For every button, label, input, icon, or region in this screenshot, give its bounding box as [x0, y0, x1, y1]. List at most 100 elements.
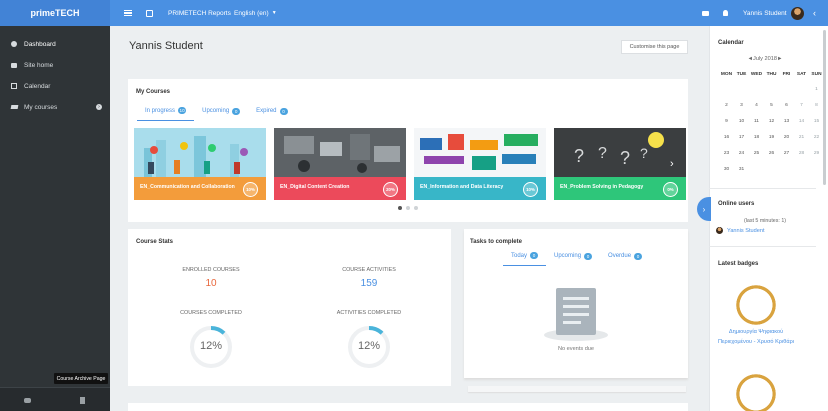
tab-in-progress[interactable]: In progress 10 — [137, 107, 195, 121]
tab-overdue[interactable]: Overdue 0 — [600, 252, 650, 266]
menu-toggle-icon[interactable] — [124, 0, 132, 26]
drawer-toggle-icon[interactable]: › — [697, 197, 711, 221]
calendar-day[interactable]: 13 — [779, 119, 794, 124]
customise-page-button[interactable]: Customise this page — [621, 40, 688, 54]
sidebar-item-dashboard[interactable]: Dashboard — [0, 34, 110, 54]
tab-upcoming[interactable]: Upcoming 0 — [194, 107, 248, 121]
carousel-dot[interactable] — [414, 206, 418, 210]
calendar-day[interactable]: 6 — [779, 103, 794, 108]
online-user-name: Yannis Student — [727, 227, 765, 234]
calendar-day[interactable]: 15 — [809, 119, 824, 124]
page-title: Yannis Student — [129, 40, 203, 52]
calendar-weekday: SUN — [811, 72, 822, 77]
chevron-right-icon[interactable]: › — [670, 158, 674, 170]
calendar-day[interactable]: 9 — [719, 119, 734, 124]
count-badge: 10 — [178, 107, 187, 114]
avatar — [790, 6, 804, 20]
calendar-day[interactable]: 2 — [719, 103, 734, 108]
course-card-problem-solving[interactable]: ? ? ? ? EN_Problem Solving in Pedagogy 0… — [554, 128, 686, 200]
calendar-day[interactable]: 4 — [749, 103, 764, 108]
course-activities-label: COURSE ACTIVITIES — [342, 267, 396, 273]
tab-label: In progress — [145, 107, 176, 114]
calendar-day[interactable]: 31 — [734, 167, 749, 172]
tab-today[interactable]: Today 0 — [503, 252, 547, 266]
calendar-day[interactable]: 27 — [779, 151, 794, 156]
badge-name[interactable]: Δημιουργία Ψηφιακού Περιεχομένου - Χρυσό… — [716, 328, 796, 347]
course-image — [414, 128, 546, 177]
badge-medal-icon[interactable] — [735, 284, 777, 326]
progress-badge: 10% — [523, 182, 538, 197]
language-menu[interactable]: English (en) ▼ — [234, 0, 277, 26]
calendar-day[interactable]: 17 — [734, 135, 749, 140]
calendar-day[interactable]: 8 — [809, 103, 824, 108]
calendar-day[interactable]: 29 — [809, 151, 824, 156]
sidebar-item-label: Site home — [24, 61, 54, 69]
next-month-icon[interactable]: ► — [777, 56, 783, 62]
count-badge: 0 — [530, 252, 539, 259]
enrolled-courses-value: 10 — [205, 278, 217, 289]
calendar-day[interactable]: 11 — [749, 119, 764, 124]
calendar-day[interactable]: 3 — [734, 103, 749, 108]
calendar-title: Calendar — [718, 40, 744, 46]
calendar-day[interactable]: 21 — [794, 135, 809, 140]
user-menu[interactable]: Yannis Student — [743, 0, 804, 26]
carousel-dot[interactable] — [406, 206, 410, 210]
online-users-title: Online users — [718, 201, 755, 207]
calendar-day[interactable]: 5 — [764, 103, 779, 108]
calendar-day[interactable]: 18 — [749, 135, 764, 140]
calendar-day[interactable]: 26 — [764, 151, 779, 156]
online-user-item[interactable]: Yannis Student — [716, 227, 765, 234]
calendar-day[interactable]: 22 — [809, 135, 824, 140]
calendar-day[interactable]: 25 — [749, 151, 764, 156]
progress-badge: 0% — [663, 182, 678, 197]
course-image: ? ? ? ? — [554, 128, 686, 177]
notifications-icon[interactable] — [723, 0, 728, 26]
calendar-weekday: THU — [766, 72, 777, 77]
empty-list-icon — [556, 288, 596, 335]
calendar-day[interactable]: 28 — [794, 151, 809, 156]
brand-logo[interactable]: primeTECH — [0, 0, 110, 26]
calendar-day[interactable]: 10 — [734, 119, 749, 124]
chevron-left-icon[interactable]: ‹ — [813, 0, 816, 26]
count-badge: 0 — [232, 107, 241, 115]
tab-label: Upcoming — [202, 108, 230, 114]
fullscreen-icon[interactable] — [146, 0, 153, 26]
messages-icon[interactable] — [702, 0, 709, 26]
tab-upcoming-tasks[interactable]: Upcoming 0 — [546, 252, 600, 266]
courses-completed-value: 12% — [199, 340, 223, 352]
course-archive-icon[interactable] — [55, 388, 110, 411]
calendar-day[interactable]: 23 — [719, 151, 734, 156]
carousel-dot[interactable] — [398, 206, 402, 210]
badge-medal-icon[interactable] — [735, 373, 777, 411]
sidebar-item-label: Dashboard — [24, 40, 56, 48]
sidebar-item-calendar[interactable]: Calendar — [0, 76, 110, 96]
calendar-day[interactable]: 24 — [734, 151, 749, 156]
count-badge: 0 — [584, 252, 593, 260]
course-card-digital-content[interactable]: EN_Digital Content Creation 20% — [274, 128, 406, 200]
sidebar-item-label: My courses — [24, 103, 58, 111]
course-image — [274, 128, 406, 177]
activities-completed-label: ACTIVITIES COMPLETED — [336, 310, 402, 316]
tab-expired[interactable]: Expired 0 — [248, 107, 295, 121]
svg-text:?: ? — [598, 145, 607, 162]
calendar-day[interactable]: 19 — [764, 135, 779, 140]
calendar-month: July 2018 — [753, 56, 777, 62]
chevron-down-icon: ▼ — [271, 10, 277, 16]
sidebar-item-my-courses[interactable]: My courses › — [0, 97, 110, 117]
graduation-cap-icon — [10, 103, 18, 111]
calendar-day[interactable]: 12 — [764, 119, 779, 124]
sidebar-item-site-home[interactable]: Site home — [0, 55, 110, 75]
scrollbar[interactable] — [823, 30, 826, 185]
calendar-day[interactable]: 20 — [779, 135, 794, 140]
calendar-day[interactable]: 16 — [719, 135, 734, 140]
chat-icon[interactable] — [0, 388, 55, 411]
chevron-right-icon[interactable]: › — [96, 104, 102, 110]
calendar-day[interactable]: 14 — [794, 119, 809, 124]
calendar-day[interactable]: 30 — [719, 167, 734, 172]
course-card-communication[interactable]: EN_Communication and Collaboration 10% — [134, 128, 266, 200]
course-card-data-literacy[interactable]: EN_Information and Data Literacy 10% — [414, 128, 546, 200]
reports-link[interactable]: PRIMETECH Reports — [168, 0, 231, 26]
tasks-tabs: Today 0 Upcoming 0 Overdue 0 — [503, 252, 650, 266]
calendar-day[interactable]: 7 — [794, 103, 809, 108]
calendar-day[interactable]: 1 — [809, 87, 824, 92]
